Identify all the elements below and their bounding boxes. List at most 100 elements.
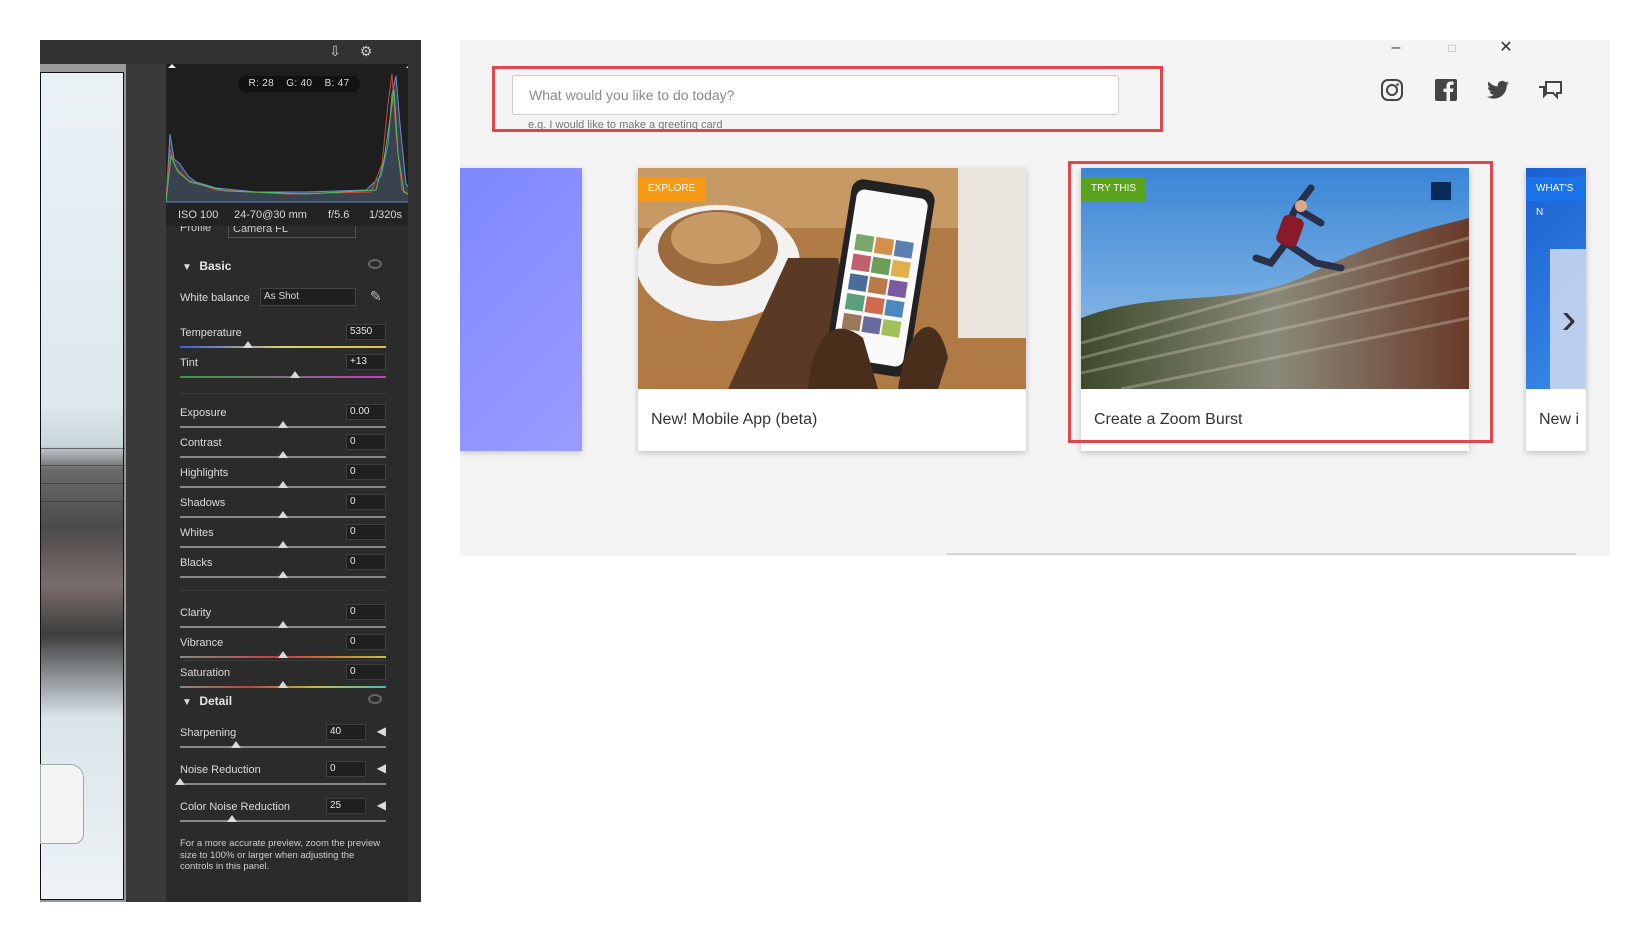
card-mobile-app[interactable]: EXPLORE New! Mobile App (beta) bbox=[638, 168, 1026, 451]
image-preview[interactable] bbox=[40, 64, 126, 902]
slider-row: Vibrance 0 bbox=[180, 634, 386, 664]
blue-value: B: 47 bbox=[324, 78, 350, 89]
red-value: R: 28 bbox=[248, 78, 274, 89]
slider-value-input[interactable]: 0 bbox=[346, 554, 386, 570]
slider-row: Blacks 0 bbox=[180, 554, 386, 584]
facebook-icon[interactable] bbox=[1432, 78, 1460, 106]
slider-label: Tint bbox=[180, 357, 198, 369]
slider-value-input[interactable]: 5350 bbox=[346, 324, 386, 340]
slider-label: Whites bbox=[180, 527, 214, 539]
elements-home-screen: – □ ✕ What would you like to do today? e… bbox=[460, 40, 1610, 556]
slider-track[interactable] bbox=[180, 376, 386, 378]
profile-row[interactable]: Profile Camera FL bbox=[166, 226, 421, 240]
slider-thumb[interactable] bbox=[278, 421, 288, 428]
slider-row: Temperature 5350 bbox=[180, 324, 386, 354]
slider-value-input[interactable]: 25 bbox=[326, 798, 366, 814]
slider-thumb[interactable] bbox=[278, 621, 288, 628]
card-image-phone: EXPLORE bbox=[638, 168, 1026, 389]
rgb-readout: R: 28 G: 40 B: 47 bbox=[238, 76, 360, 92]
slider-value-input[interactable]: 0 bbox=[346, 524, 386, 540]
expand-arrow-icon[interactable]: ◀ bbox=[377, 761, 386, 775]
slider-track[interactable] bbox=[180, 783, 386, 785]
slider-value-input[interactable]: 0 bbox=[346, 664, 386, 680]
slider-thumb[interactable] bbox=[290, 371, 301, 378]
slider-value-input[interactable]: 0 bbox=[346, 434, 386, 450]
slider-row: Sharpening 40 ◀ bbox=[180, 724, 386, 754]
expand-arrow-icon[interactable]: ◀ bbox=[377, 724, 386, 738]
adjustments-panel: R: 28 G: 40 B: 47 ISO 100 24-70@30 mm f/… bbox=[166, 64, 421, 902]
slider-row: Tint +13 bbox=[180, 354, 386, 384]
next-arrow-button[interactable]: › bbox=[1550, 249, 1588, 389]
slider-row: Highlights 0 bbox=[180, 464, 386, 494]
expand-arrow-icon[interactable]: ◀ bbox=[377, 798, 386, 812]
slider-value-input[interactable]: 0 bbox=[346, 464, 386, 480]
shutter-value: 1/320s bbox=[369, 209, 403, 221]
slider-label: Shadows bbox=[180, 497, 226, 509]
car-in-photo bbox=[40, 764, 84, 844]
feedback-icon[interactable] bbox=[1536, 78, 1564, 106]
slider-value-input[interactable]: 0 bbox=[346, 634, 386, 650]
search-highlight-box bbox=[492, 66, 1163, 132]
slider-value-input[interactable]: 40 bbox=[326, 724, 366, 740]
slider-thumb[interactable] bbox=[278, 481, 288, 488]
close-icon[interactable]: ✕ bbox=[1496, 40, 1516, 56]
slider-label: Highlights bbox=[180, 467, 229, 479]
slider-thumb[interactable] bbox=[278, 451, 288, 458]
white-balance-dropdown[interactable]: As Shot bbox=[260, 288, 356, 306]
gear-icon[interactable]: ⚙ bbox=[358, 43, 374, 59]
slider-row: Shadows 0 bbox=[180, 494, 386, 524]
detail-section-header[interactable]: ▼ Detail bbox=[182, 692, 402, 710]
slider-track[interactable] bbox=[180, 820, 386, 822]
slider-thumb[interactable] bbox=[230, 741, 241, 748]
slider-track[interactable] bbox=[180, 746, 386, 748]
slider-label: Saturation bbox=[180, 667, 231, 679]
tool-strip bbox=[408, 64, 421, 902]
eyedropper-icon[interactable]: ✎ bbox=[370, 288, 382, 305]
twitter-icon[interactable] bbox=[1484, 78, 1512, 106]
eye-icon[interactable] bbox=[368, 259, 382, 269]
slider-label: Sharpening bbox=[180, 727, 237, 739]
card-highlight-box bbox=[1068, 161, 1493, 443]
camera-raw-window: ⇩ ⚙ R: 28 G: 40 B: 47 ISO 100 24-70@30 m… bbox=[40, 40, 421, 902]
basic-title: Basic bbox=[199, 259, 232, 273]
save-image-icon[interactable]: ⇩ bbox=[327, 43, 343, 59]
slider-row: Color Noise Reduction 25 ◀ bbox=[180, 798, 386, 828]
slider-thumb[interactable] bbox=[278, 681, 288, 688]
detail-note: For a more accurate preview, zoom the pr… bbox=[180, 838, 381, 872]
slider-thumb[interactable] bbox=[278, 651, 288, 658]
profile-label: Profile bbox=[180, 226, 212, 234]
slider-row: Noise Reduction 0 ◀ bbox=[175, 761, 386, 791]
slider-value-input[interactable]: 0 bbox=[326, 761, 366, 777]
slider-thumb[interactable] bbox=[226, 815, 237, 822]
slider-label: Blacks bbox=[180, 557, 213, 569]
slider-value-input[interactable]: 0 bbox=[346, 604, 386, 620]
slider-thumb[interactable] bbox=[278, 571, 288, 578]
slider-value-input[interactable]: +13 bbox=[346, 354, 386, 370]
basic-section-header[interactable]: ▼ Basic bbox=[182, 257, 402, 275]
slider-track[interactable] bbox=[180, 346, 386, 348]
slider-value-input[interactable]: 0.00 bbox=[346, 404, 386, 420]
lens-value: 24-70@30 mm bbox=[234, 209, 307, 221]
chevron-down-icon: ▼ bbox=[182, 697, 192, 708]
maximize-icon[interactable]: □ bbox=[1442, 40, 1462, 56]
slider-row: Whites 0 bbox=[180, 524, 386, 554]
instagram-icon[interactable] bbox=[1378, 78, 1406, 106]
slider-label: Exposure bbox=[180, 407, 227, 419]
separator bbox=[180, 590, 386, 591]
minimize-icon[interactable]: – bbox=[1386, 40, 1406, 56]
slider-label: Contrast bbox=[180, 437, 222, 449]
white-balance-label: White balance bbox=[180, 292, 250, 304]
slider-thumb[interactable] bbox=[278, 511, 288, 518]
eye-icon[interactable] bbox=[368, 694, 382, 704]
slider-thumb[interactable] bbox=[242, 341, 253, 348]
profile-dropdown[interactable]: Camera FL bbox=[228, 226, 356, 238]
slider-label: Clarity bbox=[180, 607, 212, 619]
slider-row: Saturation 0 bbox=[180, 664, 386, 694]
slider-thumb[interactable] bbox=[278, 541, 288, 548]
card-badge-explore: EXPLORE bbox=[638, 177, 706, 201]
slider-thumb[interactable] bbox=[175, 778, 185, 785]
slider-row: Exposure 0.00 bbox=[180, 404, 386, 434]
previous-card[interactable] bbox=[460, 168, 582, 451]
slider-value-input[interactable]: 0 bbox=[346, 494, 386, 510]
exif-bar: ISO 100 24-70@30 mm f/5.6 1/320s bbox=[166, 204, 421, 226]
